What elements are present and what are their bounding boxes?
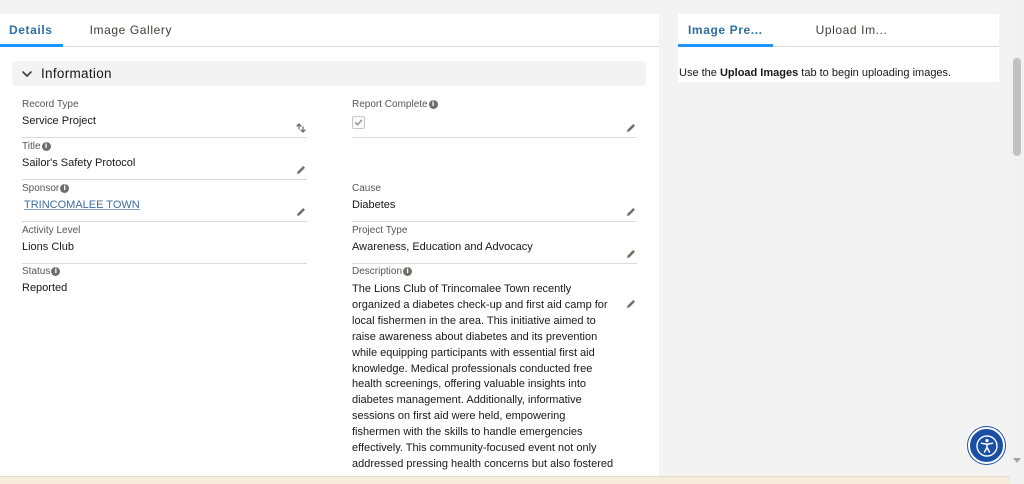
field-project-type: Project Type Awareness, Education and Ad… xyxy=(352,224,637,264)
field-label: Project Type xyxy=(352,225,408,236)
field-value: Service Project xyxy=(22,115,96,127)
sponsor-link[interactable]: TRINCOMALEE TOWN xyxy=(24,199,140,211)
tab-image-preview[interactable]: Image Pre... xyxy=(678,14,773,47)
field-title: Title i Sailor's Safety Protocol xyxy=(22,140,307,180)
accessibility-person-icon xyxy=(975,434,998,457)
record-details-panel: Details Image Gallery Information Record… xyxy=(0,14,659,484)
edit-pencil-icon[interactable] xyxy=(625,298,637,310)
edit-pencil-icon[interactable] xyxy=(625,206,637,218)
field-label: Status xyxy=(22,266,51,277)
edit-pencil-icon[interactable] xyxy=(625,248,637,260)
edit-pencil-icon[interactable] xyxy=(295,206,307,218)
field-value: Awareness, Education and Advocacy xyxy=(352,241,533,253)
bottom-strip xyxy=(0,476,1010,484)
tab-image-gallery[interactable]: Image Gallery xyxy=(81,14,182,46)
field-value: Reported xyxy=(22,282,68,294)
scroll-down-arrow-icon[interactable] xyxy=(1013,458,1021,463)
report-complete-checkbox xyxy=(352,116,365,129)
change-record-type-icon[interactable] xyxy=(295,122,307,134)
field-label: Record Type xyxy=(22,99,79,110)
info-icon[interactable]: i xyxy=(403,267,413,276)
field-activity-level: Activity Level Lions Club xyxy=(22,224,307,264)
info-icon[interactable]: i xyxy=(428,100,438,109)
field-value: Diabetes xyxy=(352,199,396,211)
info-icon[interactable]: i xyxy=(41,142,51,151)
image-tabbar: Image Pre... Upload Im... xyxy=(678,14,999,47)
field-value: Lions Club xyxy=(22,241,74,253)
field-status: Status i Reported xyxy=(22,265,307,298)
tab-details[interactable]: Details xyxy=(0,14,63,47)
field-description: Description i The Lions Club of Trincoma… xyxy=(352,265,637,484)
field-report-complete: Report Complete i xyxy=(352,98,637,138)
field-sponsor: Sponsor i TRINCOMALEE TOWN xyxy=(22,182,307,222)
details-tabbar: Details Image Gallery xyxy=(0,14,659,47)
field-label: Activity Level xyxy=(22,225,81,236)
upload-hint: Use the Upload Images tab to begin uploa… xyxy=(679,67,952,79)
field-value: Sailor's Safety Protocol xyxy=(22,157,136,169)
info-icon[interactable]: i xyxy=(51,267,61,276)
upload-images-emphasis: Upload Images xyxy=(719,67,799,79)
checkmark-icon xyxy=(354,119,363,126)
field-label: Report Complete xyxy=(352,99,428,110)
image-panel: Image Pre... Upload Im... Use the Upload… xyxy=(678,14,999,82)
edit-pencil-icon[interactable] xyxy=(295,164,307,176)
scrollbar-thumb[interactable] xyxy=(1013,58,1021,156)
field-label: Sponsor xyxy=(22,183,60,194)
tab-upload-images[interactable]: Upload Im... xyxy=(806,14,898,46)
section-title: Information xyxy=(41,66,112,81)
description-text: The Lions Club of Trincomalee Town recen… xyxy=(352,283,614,470)
field-label: Cause xyxy=(352,183,381,194)
chevron-down-icon xyxy=(22,70,32,77)
edit-pencil-icon[interactable] xyxy=(625,122,637,134)
info-icon[interactable]: i xyxy=(60,184,70,193)
field-label: Description xyxy=(352,266,403,277)
page-scrollbar[interactable] xyxy=(1010,0,1024,484)
field-cause: Cause Diabetes xyxy=(352,182,637,222)
field-label: Title xyxy=(22,141,41,152)
field-record-type: Record Type Service Project xyxy=(22,98,307,138)
accessibility-button[interactable] xyxy=(968,427,1005,464)
section-information-toggle[interactable]: Information xyxy=(12,61,646,86)
